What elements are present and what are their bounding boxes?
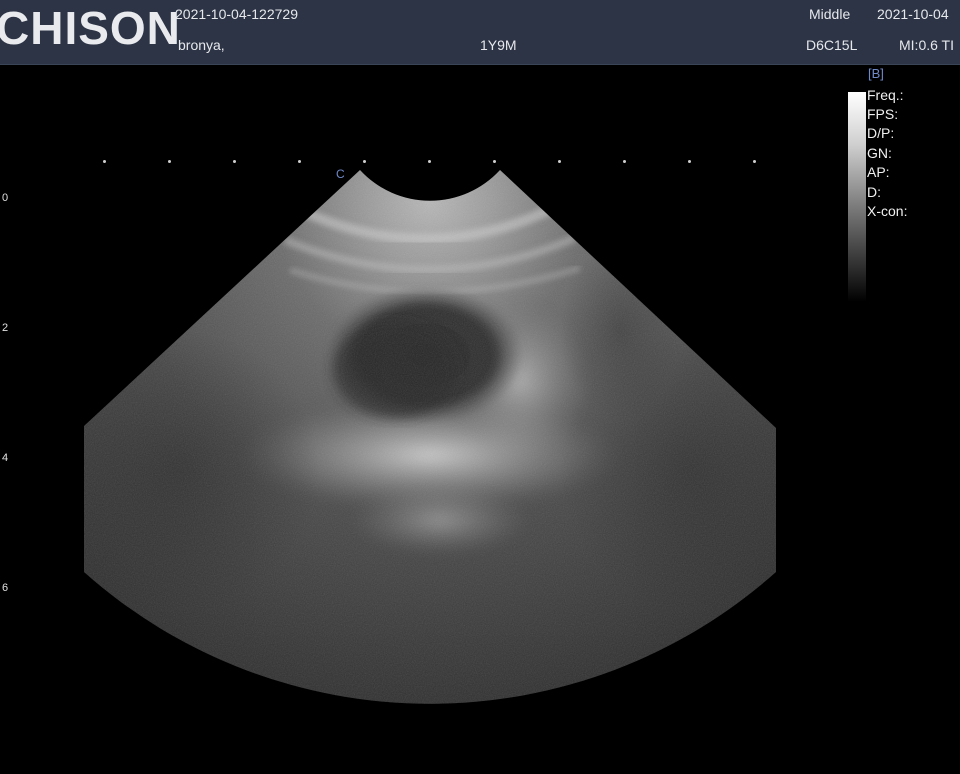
focus-marker: C — [336, 167, 345, 181]
depth-label-0: 0 — [2, 192, 9, 204]
param-gain: GN: — [867, 145, 892, 161]
param-depth: D: — [867, 184, 881, 200]
depth-label-6: 6 — [2, 582, 9, 594]
grayscale-bar — [848, 92, 866, 302]
param-xcon: X-con: — [867, 203, 908, 219]
imaging-mode-tag: [B] — [868, 66, 884, 81]
depth-label-2: 2 — [2, 322, 9, 334]
param-ap: AP: — [867, 164, 890, 180]
param-dp: D/P: — [867, 125, 895, 141]
ultrasound-image — [84, 170, 776, 704]
param-freq: Freq.: — [867, 87, 904, 103]
param-fps: FPS: — [867, 106, 899, 122]
depth-label-4: 4 — [2, 452, 9, 464]
